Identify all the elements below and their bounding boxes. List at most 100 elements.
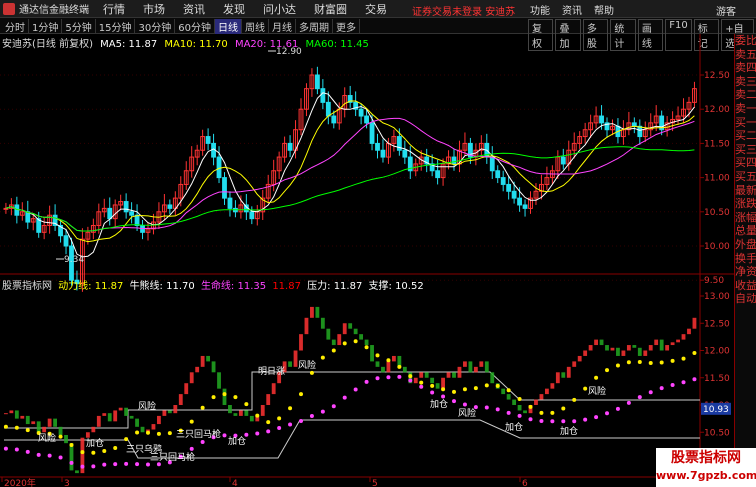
sidebar-item-13[interactable]: 涨幅 (735, 211, 756, 225)
candle-body (129, 211, 135, 216)
yellow-dot (484, 383, 489, 388)
red-value-label: 11.87 (272, 281, 301, 292)
yellow-dot (244, 402, 249, 407)
magenta-dot (681, 380, 686, 385)
watermark-title: 股票指标网 (671, 450, 741, 466)
sidebar-item-11[interactable]: 最新 (735, 184, 756, 198)
life-line-label: 生命线: 11.35 (200, 281, 267, 292)
indicator-candle (370, 345, 374, 362)
sidebar-item-10[interactable]: 买五 (735, 170, 756, 184)
sidebar-item-4[interactable]: 卖二 (735, 88, 756, 102)
indicator-candle (512, 399, 517, 405)
indicator-candle (441, 377, 445, 389)
magenta-dot (36, 452, 41, 457)
indicator-candle (676, 339, 680, 343)
indicator-candle (310, 306, 314, 318)
ma5-label: MA5: 11.87 (100, 39, 158, 50)
yellow-dot (364, 345, 369, 350)
sidebar-item-16[interactable]: 换手 (735, 252, 756, 266)
indicator-candle (692, 317, 697, 329)
indicator-candle (490, 372, 495, 384)
yellow-dot (375, 353, 380, 358)
signal-annotation: 风险 (298, 359, 316, 371)
yellow-dot (615, 363, 620, 368)
yellow-dot (473, 386, 478, 391)
watermark-url: www.7gpzb.com (656, 469, 756, 482)
indicator-candle (435, 383, 440, 389)
candle-body (500, 177, 506, 185)
candle-body (3, 207, 9, 210)
signal-annotation: 加仓 (560, 425, 578, 437)
magenta-dot (47, 453, 52, 458)
ind-y-tick-label: 11.50 (704, 374, 730, 384)
sidebar-item-7[interactable]: 买二 (735, 129, 756, 143)
sidebar-item-14[interactable]: 总量 (735, 224, 756, 238)
sidebar-item-0[interactable]: 委比 (735, 34, 756, 48)
yellow-dot (331, 348, 336, 353)
yellow-dot (288, 406, 293, 411)
indicator-candle (632, 345, 637, 348)
signal-annotation: 加仓 (430, 398, 448, 410)
magenta-dot (331, 404, 336, 409)
sidebar-item-8[interactable]: 买三 (735, 143, 756, 157)
magenta-dot (572, 419, 577, 424)
sidebar-item-5[interactable]: 卖一 (735, 102, 756, 116)
indicator-candle (299, 334, 303, 351)
yellow-dot (113, 446, 118, 451)
sidebar-item-19[interactable]: 自动 (735, 292, 756, 306)
indicator-candle (228, 405, 232, 414)
magenta-dot (670, 382, 675, 387)
magenta-dot (277, 426, 282, 431)
yellow-dot (233, 395, 238, 400)
signal-annotation: 加仓 (505, 421, 523, 433)
bull-bear-label: 牛熊线: 11.70 (129, 281, 195, 292)
main-y-tick-label: 10.50 (704, 208, 730, 218)
indicator-candle (348, 323, 353, 329)
indicator-candle (605, 345, 609, 351)
yellow-dot (80, 450, 85, 455)
magenta-dot (288, 422, 293, 427)
yellow-dot (572, 397, 577, 402)
sidebar-item-9[interactable]: 买四 (735, 156, 756, 170)
magenta-dot (298, 418, 303, 423)
yellow-dot (594, 375, 599, 380)
candle-body (227, 197, 233, 209)
magenta-dot (255, 431, 260, 436)
sidebar-item-15[interactable]: 外盘 (735, 238, 756, 252)
ind-y-tick-label: 12.50 (704, 319, 730, 329)
indicator-candle (326, 328, 331, 340)
indicator-candle (659, 339, 664, 351)
indicator-candle (140, 426, 145, 433)
sidebar-item-1[interactable]: 卖五 (735, 48, 756, 62)
yellow-dot (167, 431, 172, 436)
kline-chart-canvas[interactable]: 12.50 12.00 11.50 11.00 10.50 10.00 9.50 13.00 1… (0, 0, 734, 487)
indicator-candle (271, 383, 276, 395)
sidebar-item-17[interactable]: 净资 (735, 265, 756, 279)
sidebar-item-3[interactable]: 卖三 (735, 75, 756, 89)
sidebar-item-18[interactable]: 收益 (735, 279, 756, 293)
indicator-candle (561, 372, 566, 378)
main-y-tick-label: 12.00 (704, 105, 730, 115)
indicator-candle (304, 317, 309, 335)
yellow-dot (626, 360, 631, 365)
quote-sidebar: 委比 卖五 卖四 卖三 卖二 卖一 买一 买二 买三 买四 买五 最新 涨跌 涨幅 总量 外盘 换手 净资 收益 自动 (734, 34, 756, 487)
indicator-candle (75, 470, 79, 474)
indicator-candle (523, 410, 527, 414)
magenta-dot (594, 415, 599, 420)
magenta-dot (462, 402, 467, 407)
yellow-dot (681, 356, 686, 361)
magenta-dot (58, 455, 63, 460)
yellow-dot (528, 404, 533, 409)
sidebar-item-2[interactable]: 卖四 (735, 61, 756, 75)
indicator-candle (91, 426, 96, 433)
magenta-dot (506, 410, 511, 415)
magenta-dot (353, 387, 358, 392)
yellow-dot (659, 360, 664, 365)
candle-body (320, 88, 326, 103)
signal-annotation: 风险 (38, 432, 56, 444)
sidebar-item-6[interactable]: 买一 (735, 116, 756, 130)
sidebar-item-12[interactable]: 涨跌 (735, 197, 756, 211)
yellow-dot (14, 425, 19, 430)
indicator-candle (31, 421, 36, 425)
indicator-candle (637, 347, 642, 356)
